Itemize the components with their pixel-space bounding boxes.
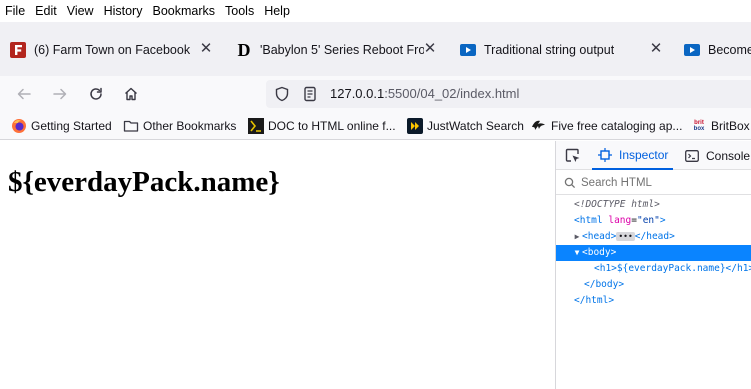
collapsed-ellipsis-icon[interactable]: ••• bbox=[616, 232, 635, 241]
page-info-icon[interactable] bbox=[302, 86, 318, 105]
tab-label: Console bbox=[706, 148, 751, 163]
shield-icon[interactable] bbox=[274, 86, 290, 105]
page-heading: ${everdayPack.name} bbox=[8, 166, 280, 198]
tab-traditional-string-output[interactable]: Traditional string output ✕ bbox=[460, 35, 664, 65]
devtools-toolbar: Inspector Console bbox=[556, 141, 751, 170]
tab-title: (6) Farm Town on Facebook bbox=[34, 43, 191, 57]
bookmarks-toolbar: Getting Started Other Bookmarks DOC to H… bbox=[0, 112, 751, 140]
body-close-tag: </body> bbox=[584, 279, 625, 290]
url-text[interactable]: 127.0.0.1:5500/04_02/index.html bbox=[330, 86, 519, 101]
menu-bar: File Edit View History Bookmarks Tools H… bbox=[0, 0, 751, 22]
url-path: :5500/04_02/index.html bbox=[384, 86, 520, 101]
h1-node[interactable]: <h1>${everdayPack.name}</h1> bbox=[556, 261, 751, 277]
head-open-tag: <head> bbox=[582, 231, 617, 242]
bookmark-other-bookmarks[interactable]: Other Bookmarks bbox=[123, 117, 236, 135]
video-play-icon bbox=[684, 42, 700, 58]
tab-title: 'Babylon 5' Series Reboot From bbox=[260, 43, 424, 57]
inspector-icon bbox=[597, 147, 613, 163]
video-play-icon bbox=[460, 42, 476, 58]
back-button[interactable] bbox=[12, 82, 36, 106]
doctype-node[interactable]: <!DOCTYPE html> bbox=[556, 197, 751, 213]
head-close-tag: </head> bbox=[634, 231, 675, 242]
tab-babylon-5[interactable]: D 'Babylon 5' Series Reboot From ✕ bbox=[236, 35, 438, 65]
reload-button[interactable] bbox=[84, 82, 108, 106]
expand-triangle-icon[interactable]: ▶ bbox=[572, 229, 582, 245]
menu-tools[interactable]: Tools bbox=[225, 4, 254, 18]
forward-arrow-icon bbox=[53, 88, 67, 100]
attr-name: lang bbox=[608, 215, 632, 226]
close-icon[interactable]: ✕ bbox=[422, 41, 438, 57]
body-close-node[interactable]: </body> bbox=[556, 277, 751, 293]
bookmark-justwatch[interactable]: JustWatch Search bbox=[407, 117, 524, 135]
close-icon[interactable]: ✕ bbox=[648, 41, 664, 57]
bookmark-label: DOC to HTML online f... bbox=[268, 119, 396, 133]
bookmark-label: Five free cataloging ap... bbox=[551, 119, 683, 133]
bookmark-label: Getting Started bbox=[31, 119, 112, 133]
html-search-field[interactable]: Search HTML bbox=[556, 171, 751, 195]
menu-bookmarks[interactable]: Bookmarks bbox=[152, 4, 215, 18]
close-icon[interactable]: ✕ bbox=[198, 41, 214, 57]
element-picker-icon bbox=[565, 148, 580, 162]
bookmark-getting-started[interactable]: Getting Started bbox=[11, 117, 112, 135]
bookmark-five-free-cataloging[interactable]: Five free cataloging ap... bbox=[531, 117, 682, 135]
h1-line: <h1>${everdayPack.name}</h1> bbox=[594, 263, 751, 274]
reload-icon bbox=[90, 87, 102, 100]
bookmark-label: Other Bookmarks bbox=[143, 119, 237, 133]
folder-icon bbox=[123, 118, 139, 134]
page-content: ${everdayPack.name} bbox=[0, 141, 555, 389]
menu-edit[interactable]: Edit bbox=[35, 4, 57, 18]
url-host: 127.0.0.1 bbox=[330, 86, 385, 101]
justwatch-icon bbox=[407, 118, 423, 134]
body-open-tag: <body> bbox=[582, 247, 617, 258]
url-bar[interactable]: 127.0.0.1:5500/04_02/index.html bbox=[266, 80, 751, 108]
html-close-tag: </html> bbox=[574, 295, 615, 306]
decider-d-icon: D bbox=[237, 39, 251, 60]
tab-farm-town[interactable]: (6) Farm Town on Facebook ✕ bbox=[10, 35, 214, 65]
tab-title: Become bbox=[708, 43, 751, 57]
html-close-node[interactable]: </html> bbox=[556, 293, 751, 309]
bookmark-britbox[interactable]: brit box BritBox bbox=[691, 117, 750, 135]
search-icon bbox=[564, 177, 576, 188]
menu-file[interactable]: File bbox=[5, 4, 25, 18]
tab-inspector[interactable]: Inspector bbox=[592, 141, 674, 170]
collapse-triangle-icon[interactable]: ▼ bbox=[572, 245, 582, 261]
britbox-icon: brit box bbox=[693, 120, 705, 132]
tab-title: Traditional string output bbox=[484, 43, 615, 57]
cataloging-icon bbox=[531, 118, 547, 134]
html-node[interactable]: <html lang="en"> bbox=[556, 213, 751, 229]
head-node[interactable]: ▶ <head> ••• </head> bbox=[556, 229, 751, 245]
element-picker-button[interactable] bbox=[564, 147, 582, 165]
menu-help[interactable]: Help bbox=[264, 4, 290, 18]
home-button[interactable] bbox=[119, 82, 143, 106]
devtools-panel: Inspector Console Search HTML <!DOCTYPE … bbox=[555, 141, 751, 389]
html-tag-name: html bbox=[579, 215, 603, 226]
back-arrow-icon bbox=[17, 88, 31, 100]
doctype-text: <!DOCTYPE html> bbox=[574, 199, 660, 210]
doc-to-html-icon bbox=[248, 118, 264, 134]
console-icon bbox=[684, 148, 700, 164]
tab-become[interactable]: Become bbox=[684, 35, 751, 65]
tab-label: Inspector bbox=[619, 147, 669, 162]
search-placeholder: Search HTML bbox=[581, 176, 652, 189]
markup-tree: <!DOCTYPE html> <html lang="en"> ▶ <head>… bbox=[556, 197, 751, 309]
tab-console[interactable]: Console bbox=[684, 141, 750, 170]
menu-view[interactable]: View bbox=[67, 4, 94, 18]
home-icon bbox=[125, 87, 137, 101]
attr-value: "en" bbox=[636, 215, 660, 226]
bookmark-doc-to-html[interactable]: DOC to HTML online f... bbox=[248, 117, 396, 135]
menu-history[interactable]: History bbox=[104, 4, 143, 18]
bookmark-label: JustWatch Search bbox=[427, 119, 524, 133]
navigation-toolbar: 127.0.0.1:5500/04_02/index.html bbox=[0, 76, 751, 112]
body-node-selected[interactable]: ▼ <body> bbox=[556, 245, 751, 261]
forward-button[interactable] bbox=[48, 82, 72, 106]
farm-town-icon bbox=[10, 42, 26, 58]
firefox-icon bbox=[11, 118, 27, 134]
tab-strip: (6) Farm Town on Facebook ✕ D 'Babylon 5… bbox=[0, 22, 751, 76]
bookmark-label: BritBox bbox=[711, 119, 750, 133]
